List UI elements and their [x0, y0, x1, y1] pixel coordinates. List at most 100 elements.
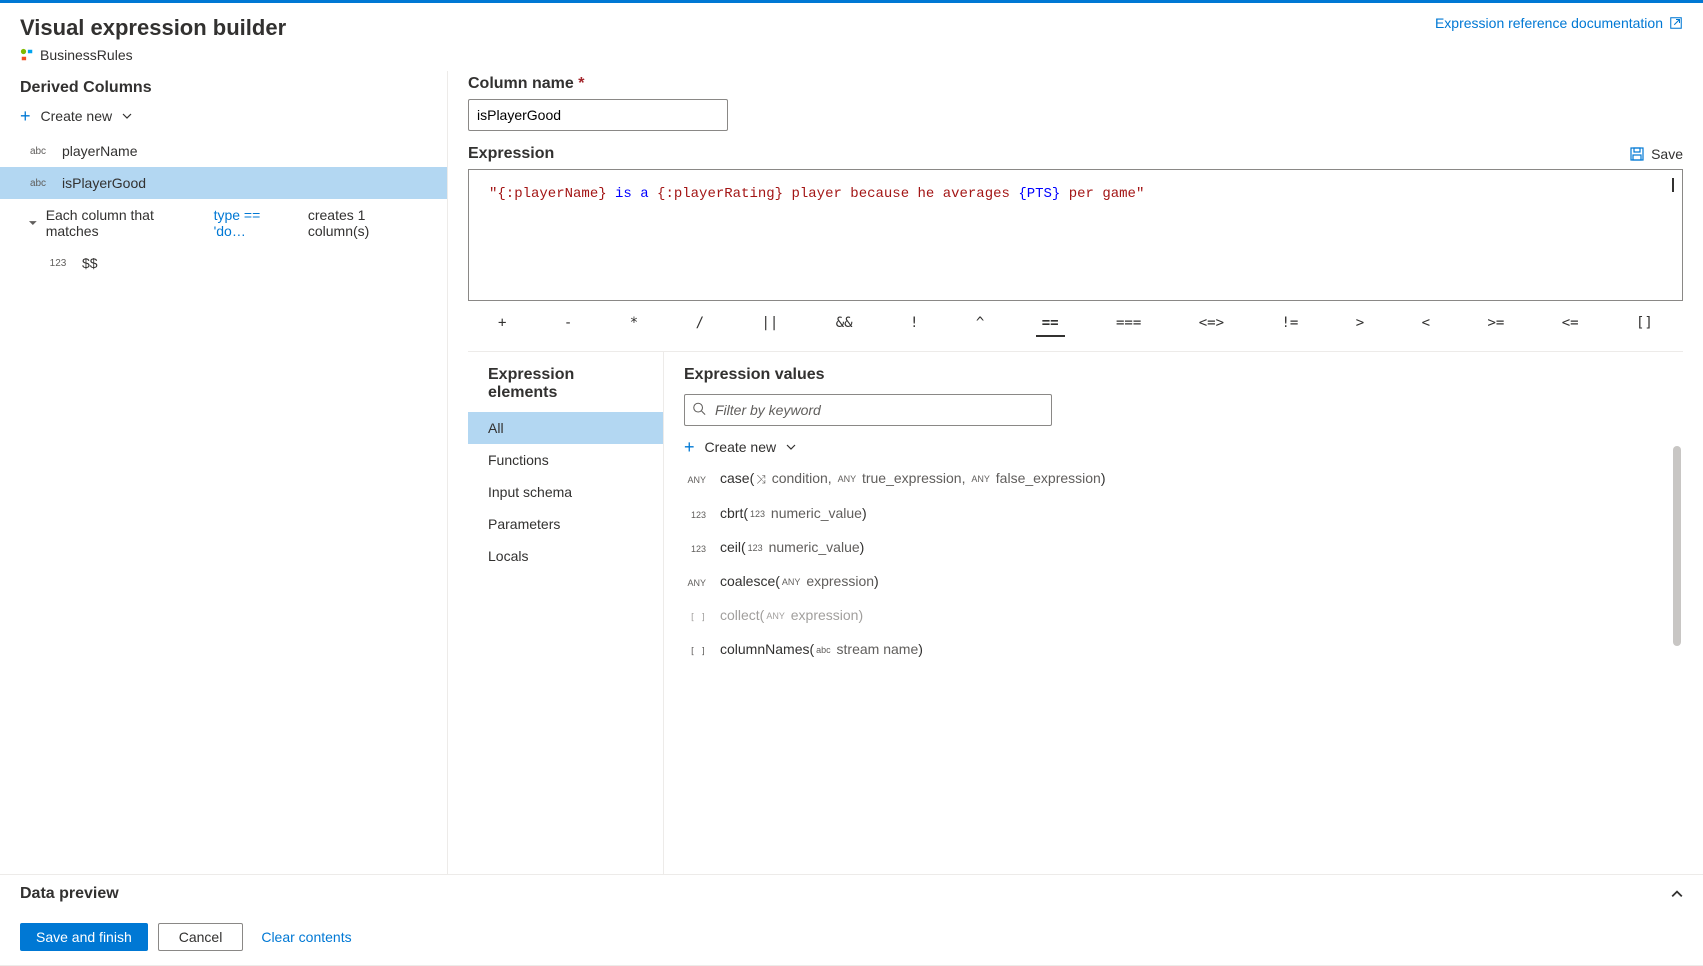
param-name: numeric_value — [765, 539, 860, 555]
function-cbrt[interactable]: 123cbrt(123 numeric_value) — [684, 505, 1663, 521]
param-type: ANY — [764, 611, 787, 621]
column-name-field: Column name * — [468, 75, 1683, 131]
column-item-isplayergood[interactable]: abc isPlayerGood — [0, 167, 447, 199]
chevron-down-icon — [28, 218, 38, 228]
filter-input-wrap — [684, 394, 1052, 426]
expression-token: player because he averages — [783, 186, 1018, 202]
preview-title: Data preview — [20, 885, 119, 903]
data-preview-bar[interactable]: Data preview — [0, 874, 1703, 913]
column-label: $$ — [82, 255, 98, 271]
subtitle-row: BusinessRules — [20, 47, 286, 63]
function-signature: case(⤨ condition, ANY true_expression, A… — [720, 470, 1106, 487]
split-panel: Expression elements AllFunctionsInput sc… — [468, 351, 1683, 874]
operator-[interactable]: <= — [1556, 311, 1585, 337]
expression-elements-panel: Expression elements AllFunctionsInput sc… — [468, 352, 664, 874]
column-pattern-row[interactable]: Each column that matches type == 'do… cr… — [0, 199, 447, 247]
function-columnNames[interactable]: [ ]columnNames(abc stream name) — [684, 641, 1663, 657]
expression-editor[interactable]: "{:playerName} is a {:playerRating} play… — [468, 169, 1683, 301]
operator-[interactable]: - — [558, 311, 578, 337]
function-collect: [ ]collect(ANY expression) — [684, 607, 1663, 623]
filter-input[interactable] — [684, 394, 1052, 426]
scrollbar[interactable] — [1673, 366, 1681, 874]
sidebar: Derived Columns + Create new abc playerN… — [0, 71, 448, 874]
column-item-playername[interactable]: abc playerName — [0, 135, 447, 167]
operator-[interactable]: + — [492, 311, 512, 337]
save-label: Save — [1651, 146, 1683, 162]
elements-item-input-schema[interactable]: Input schema — [468, 476, 663, 508]
function-ceil[interactable]: 123ceil(123 numeric_value) — [684, 539, 1663, 555]
values-create-new[interactable]: + Create new — [684, 434, 1683, 470]
operator-[interactable]: [] — [1630, 311, 1659, 337]
operator-[interactable]: * — [624, 311, 644, 337]
function-coalesce[interactable]: ANYcoalesce(ANY expression) — [684, 573, 1663, 589]
param-type: abc — [814, 645, 833, 655]
sidebar-create-new[interactable]: + Create new — [0, 103, 447, 135]
cancel-button[interactable]: Cancel — [158, 923, 244, 951]
function-signature: columnNames(abc stream name) — [720, 641, 923, 657]
param-name: expression — [802, 573, 874, 589]
param-type: ANY — [836, 474, 859, 484]
elements-item-locals[interactable]: Locals — [468, 540, 663, 572]
save-and-finish-button[interactable]: Save and finish — [20, 923, 148, 951]
operator-[interactable]: >= — [1481, 311, 1510, 337]
param-name: expression — [787, 607, 859, 623]
operator-row: +-*/||&&!^=====<=>!=><>=<=[] — [468, 301, 1683, 343]
external-link-icon — [1669, 16, 1683, 30]
expression-token: "{:playerName} — [489, 186, 607, 202]
chevron-down-icon — [122, 111, 132, 121]
chevron-down-icon — [786, 442, 796, 452]
elements-list: AllFunctionsInput schemaParametersLocals — [468, 412, 663, 572]
sidebar-heading: Derived Columns — [0, 75, 447, 103]
expression-token: {PTS} — [1018, 186, 1060, 202]
param-name: true_expression, — [858, 470, 969, 486]
column-item-nested[interactable]: 123 $$ — [0, 247, 447, 279]
header-left: Visual expression builder BusinessRules — [20, 15, 286, 63]
main-area: Derived Columns + Create new abc playerN… — [0, 71, 1703, 874]
function-signature: coalesce(ANY expression) — [720, 573, 879, 589]
operator-[interactable]: <=> — [1193, 311, 1230, 337]
param-type: ANY — [780, 577, 803, 587]
param-name: stream name — [833, 641, 919, 657]
elements-item-all[interactable]: All — [468, 412, 663, 444]
header: Visual expression builder BusinessRules … — [0, 3, 1703, 71]
plus-icon: + — [20, 107, 31, 125]
operator-[interactable]: ! — [904, 311, 924, 337]
elements-item-functions[interactable]: Functions — [468, 444, 663, 476]
column-name-input[interactable] — [468, 99, 728, 131]
pattern-prefix: Each column that matches — [46, 207, 206, 239]
param-name: false_expression — [992, 470, 1101, 486]
footer: Save and finish Cancel Clear contents — [0, 913, 1703, 966]
column-label: isPlayerGood — [62, 175, 146, 191]
operator-[interactable]: == — [1036, 311, 1065, 337]
elements-heading: Expression elements — [468, 366, 663, 412]
return-type: ANY — [684, 578, 706, 588]
scrollbar-thumb[interactable] — [1673, 446, 1681, 646]
expression-token: is a — [607, 186, 657, 202]
save-icon — [1629, 146, 1645, 162]
param-type: ⤨ — [754, 472, 768, 486]
type-tag-123: 123 — [48, 258, 68, 269]
expression-values-panel: Expression values + Create new ANYcase(⤨… — [664, 352, 1683, 874]
type-tag-abc: abc — [28, 146, 48, 157]
operator-[interactable]: && — [830, 311, 859, 337]
doc-link[interactable]: Expression reference documentation — [1435, 15, 1683, 31]
search-icon — [692, 402, 706, 419]
clear-contents-button[interactable]: Clear contents — [253, 923, 359, 951]
expression-label: Expression — [468, 145, 554, 163]
required-asterisk: * — [578, 75, 584, 92]
operator-[interactable]: < — [1416, 311, 1436, 337]
expression-token: per game" — [1060, 186, 1144, 202]
save-expression-button[interactable]: Save — [1629, 146, 1683, 162]
operator-[interactable]: != — [1275, 311, 1304, 337]
plus-icon: + — [684, 438, 695, 456]
elements-item-parameters[interactable]: Parameters — [468, 508, 663, 540]
operator-[interactable]: || — [755, 311, 784, 337]
operator-[interactable]: / — [690, 311, 710, 337]
operator-[interactable]: === — [1110, 311, 1147, 337]
function-signature: ceil(123 numeric_value) — [720, 539, 864, 555]
operator-[interactable]: ^ — [970, 311, 990, 337]
operator-[interactable]: > — [1350, 311, 1370, 337]
pattern-suffix: creates 1 column(s) — [308, 207, 427, 239]
expression-field: Expression Save "{:playerName} is a {:pl… — [468, 145, 1683, 301]
function-case[interactable]: ANYcase(⤨ condition, ANY true_expression… — [684, 470, 1663, 487]
